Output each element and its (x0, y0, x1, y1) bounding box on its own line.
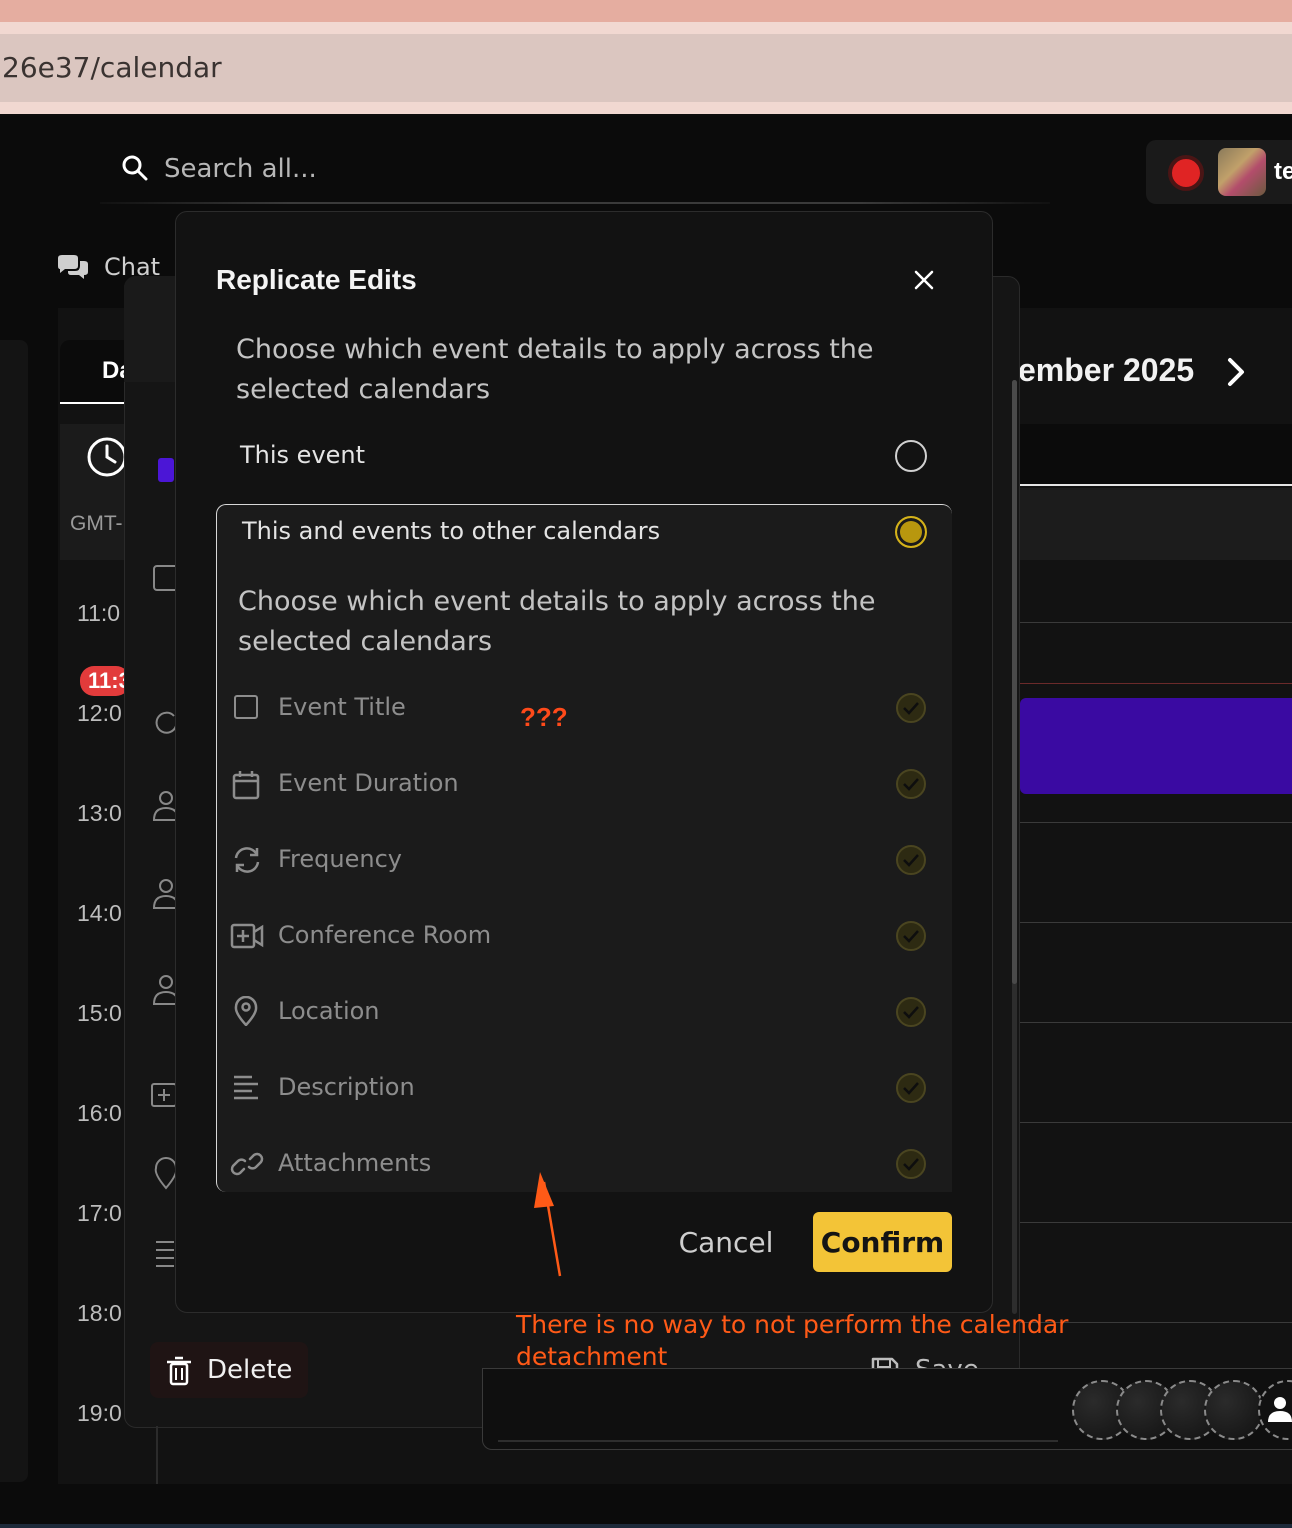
time-label: 14:0 (77, 900, 122, 926)
item-conference-room[interactable]: Conference Room (278, 921, 491, 949)
time-label: 17:0 (77, 1200, 122, 1226)
window-bottom-edge (0, 1524, 1292, 1528)
avatar[interactable] (1218, 148, 1266, 196)
item-description[interactable]: Description (278, 1073, 415, 1101)
current-time-line (1020, 683, 1292, 684)
timezone-label: GMT- (70, 512, 123, 535)
guest-avatar-placeholder[interactable] (1204, 1380, 1264, 1440)
browser-band (0, 22, 1292, 34)
current-time-badge: 11:3 (80, 666, 131, 696)
user-add-icon (1268, 1397, 1292, 1422)
divider (156, 1426, 158, 1484)
location-pin-icon (234, 996, 258, 1026)
option-this-event-label[interactable]: This event (240, 441, 365, 469)
calendar-color-chip (158, 458, 174, 482)
check-circle-icon[interactable] (895, 692, 927, 724)
month-title: ember 2025 (1018, 352, 1195, 388)
editor-scrollbar-thumb[interactable] (1012, 380, 1017, 984)
option-other-calendars-label[interactable]: This and events to other calendars (242, 517, 660, 545)
trash-icon[interactable] (166, 1356, 192, 1386)
hour-gridline (1020, 1222, 1292, 1223)
hour-gridline (1020, 922, 1292, 923)
modal-description: Choose which event details to apply acro… (236, 334, 874, 405)
hour-gridline (1020, 622, 1292, 623)
item-location[interactable]: Location (278, 997, 380, 1025)
group-description: Choose which event details to apply acro… (238, 586, 876, 657)
recording-indicator-icon[interactable] (1168, 155, 1204, 191)
hour-gridline (1020, 822, 1292, 823)
sidebar-panel (0, 340, 28, 1482)
clock-icon (87, 437, 127, 477)
calendar-event[interactable] (1020, 698, 1292, 794)
day-header (1020, 424, 1292, 486)
check-circle-icon[interactable] (895, 1148, 927, 1180)
chevron-right-icon[interactable] (1222, 354, 1250, 390)
repeat-icon (234, 847, 260, 873)
check-circle-icon[interactable] (895, 920, 927, 952)
time-label: 12:0 (77, 700, 122, 726)
search-input[interactable] (164, 152, 564, 186)
delete-label[interactable]: Delete (207, 1355, 292, 1385)
user-name: te (1274, 158, 1292, 185)
search-icon (122, 155, 148, 181)
time-label: 15:0 (77, 1000, 122, 1026)
check-circle-icon[interactable] (895, 996, 927, 1028)
calendar-icon (232, 771, 260, 800)
item-frequency[interactable]: Frequency (278, 845, 402, 873)
search-underline (100, 202, 1050, 204)
item-event-title[interactable]: Event Title (278, 693, 406, 721)
link-icon (230, 1152, 264, 1176)
option-other-calendars-radio[interactable] (895, 516, 927, 548)
time-label: 18:0 (77, 1300, 122, 1326)
modal-title: Replicate Edits (216, 264, 417, 295)
event-title-checkbox[interactable] (234, 695, 258, 719)
cancel-button[interactable]: Cancel (660, 1212, 792, 1272)
chat-icon[interactable] (56, 254, 90, 282)
item-event-duration[interactable]: Event Duration (278, 769, 459, 797)
guest-bar-underline (498, 1440, 1058, 1442)
time-label: 11:0 (77, 600, 121, 626)
option-this-event-radio[interactable] (895, 440, 927, 472)
annotation-arrow-icon (534, 1172, 562, 1277)
browser-band-lower (0, 102, 1292, 114)
time-label: 13:0 (77, 800, 122, 826)
item-attachments[interactable]: Attachments (278, 1149, 431, 1177)
text-lines-icon (234, 1075, 258, 1100)
time-label: 16:0 (77, 1100, 122, 1126)
check-circle-icon[interactable] (895, 1072, 927, 1104)
bottom-strip (0, 1484, 1292, 1528)
video-add-icon (230, 923, 264, 949)
close-icon (914, 270, 934, 290)
check-circle-icon[interactable] (895, 768, 927, 800)
close-button[interactable] (904, 260, 944, 300)
time-label: 19:0 (77, 1400, 122, 1426)
hour-gridline (1020, 1022, 1292, 1023)
hour-gridline (1020, 1122, 1292, 1123)
check-circle-icon[interactable] (895, 844, 927, 876)
browser-top-bar (0, 0, 1292, 22)
annotation-question: ??? (520, 702, 568, 732)
address-bar-url: 26e37/calendar (2, 51, 222, 84)
annotation-note: There is no way to not perform the calen… (516, 1310, 1069, 1371)
all-day-row[interactable] (1020, 488, 1292, 560)
confirm-button[interactable]: Confirm (813, 1212, 952, 1272)
